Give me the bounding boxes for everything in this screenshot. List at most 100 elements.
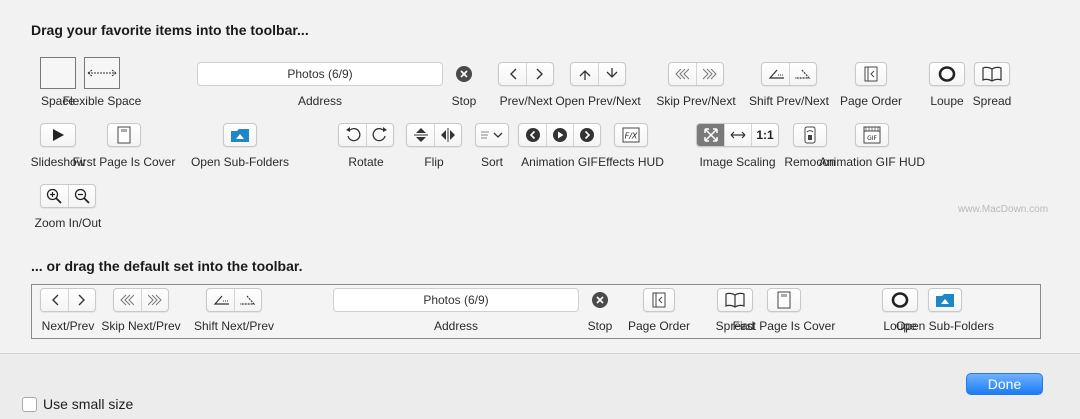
stop-icon <box>592 292 608 308</box>
toolbar-item-animation-gif-hud[interactable]: GIF Animation GIF HUD <box>819 123 925 169</box>
effects-icon: F/X <box>613 123 648 147</box>
item-label: Loupe <box>930 94 964 108</box>
toolbar-item-first-page-is-cover[interactable]: First Page Is Cover <box>72 123 176 169</box>
item-label: Next/Prev <box>41 319 95 333</box>
toolbar-item-effects-hud[interactable]: F/X Effects HUD <box>598 123 664 169</box>
default-item-open-sub-folders: Open Sub-Folders <box>896 288 994 333</box>
rotate-right-icon <box>366 124 393 146</box>
checkbox-box[interactable] <box>22 396 37 412</box>
toolbar-item-flexible-space[interactable]: Flexible Space <box>62 57 142 108</box>
flip-vertical-icon <box>407 124 434 146</box>
gif-next-icon <box>573 124 600 146</box>
default-item-shift-next-prev: Shift Next/Prev <box>194 288 274 333</box>
svg-text:GIF: GIF <box>867 135 877 142</box>
skip-forward-icon <box>140 289 168 311</box>
skip-back-icon <box>114 289 141 311</box>
toolbar-item-sort[interactable]: Sort <box>475 123 509 169</box>
book-icon <box>973 62 1010 86</box>
toolbar-item-rotate[interactable]: Rotate <box>338 123 394 169</box>
item-label: Skip Prev/Next <box>656 94 736 108</box>
arrow-down-icon <box>598 63 625 85</box>
item-label: Shift Prev/Next <box>748 94 830 108</box>
toolbar-item-skip-prev-next[interactable]: Skip Prev/Next <box>656 62 736 108</box>
folder-icon <box>928 288 962 312</box>
sort-icon <box>475 123 509 147</box>
default-item-skip-next-prev: Skip Next/Prev <box>101 288 181 333</box>
arrow-up-icon <box>571 63 598 85</box>
zoom-in-icon <box>41 185 68 207</box>
toolbar-item-flip[interactable]: Flip <box>406 123 462 169</box>
chevron-left-icon <box>41 289 68 311</box>
flip-horizontal-icon <box>434 124 461 146</box>
default-item-page-order: Page Order <box>628 288 690 333</box>
flexible-space-icon <box>84 57 120 89</box>
play-icon <box>39 123 76 147</box>
actual-size-label: 1:1 <box>751 124 778 146</box>
loupe-icon <box>929 62 965 86</box>
page-order-icon <box>642 288 675 312</box>
item-label: Skip Next/Prev <box>101 319 181 333</box>
chevron-right-icon <box>526 63 553 85</box>
toolbar-item-image-scaling[interactable]: 1:1 Image Scaling <box>696 123 779 169</box>
gif-play-icon <box>546 124 573 146</box>
toolbar-item-animation-gif[interactable]: Animation GIF <box>518 123 601 169</box>
item-label: Stop <box>451 94 477 108</box>
item-label: Effects HUD <box>598 155 664 169</box>
item-label: Shift Next/Prev <box>193 319 275 333</box>
toolbar-item-loupe[interactable]: Loupe <box>929 62 965 108</box>
default-set-heading: ... or drag the default set into the too… <box>31 258 303 274</box>
toolbar-item-page-order[interactable]: Page Order <box>840 62 902 108</box>
item-label: Flip <box>424 155 444 169</box>
item-label: Page Order <box>627 319 691 333</box>
item-label: Sort <box>480 155 503 169</box>
skip-forward-icon <box>695 63 723 85</box>
done-button[interactable]: Done <box>966 373 1043 395</box>
cover-page-icon <box>106 123 141 147</box>
default-item-stop: Stop <box>587 288 613 333</box>
checkbox-label: Use small size <box>43 396 134 412</box>
item-label: Animation GIF <box>521 155 598 169</box>
item-label: Flexible Space <box>62 94 142 108</box>
toolbar-item-stop[interactable]: Stop <box>451 62 477 108</box>
rotate-left-icon <box>339 124 366 146</box>
default-item-address: Photos (6/9) Address <box>333 288 579 333</box>
item-label: Page Order <box>839 94 903 108</box>
item-label: Open Sub-Folders <box>895 319 995 333</box>
chevron-left-icon <box>499 63 526 85</box>
folder-icon <box>223 123 257 147</box>
shift-next-icon <box>234 289 261 311</box>
toolbar-item-shift-prev-next[interactable]: Shift Prev/Next <box>749 62 829 108</box>
toolbar-item-address[interactable]: Photos (6/9) Address <box>197 62 443 108</box>
fit-screen-icon <box>697 124 724 146</box>
cover-page-icon <box>766 288 801 312</box>
toolbar-item-open-sub-folders[interactable]: Open Sub-Folders <box>191 123 289 169</box>
toolbar-item-open-prev-next[interactable]: Open Prev/Next <box>555 62 641 108</box>
chevron-right-icon <box>68 289 95 311</box>
toolbar-item-prev-next[interactable]: Prev/Next <box>498 62 554 108</box>
default-item-first-page-is-cover: First Page Is Cover <box>733 288 835 333</box>
item-label: Address <box>297 94 343 108</box>
item-label: Address <box>433 319 479 333</box>
fit-width-icon <box>724 124 751 146</box>
svg-text:F/X: F/X <box>625 132 638 141</box>
shift-prev-icon <box>762 63 789 85</box>
item-label: Stop <box>587 319 613 333</box>
gif-prev-icon <box>519 124 546 146</box>
item-label: Open Sub-Folders <box>190 155 290 169</box>
item-label: Prev/Next <box>499 94 553 108</box>
item-label: Animation GIF HUD <box>818 155 926 169</box>
stop-icon <box>456 66 472 82</box>
item-label: First Page Is Cover <box>72 155 176 169</box>
toolbar-item-spread[interactable]: Spread <box>973 62 1011 108</box>
item-label: Open Prev/Next <box>555 94 641 108</box>
zoom-out-icon <box>67 185 95 207</box>
address-field: Photos (6/9) <box>333 288 579 312</box>
favorites-heading: Drag your favorite items into the toolba… <box>31 22 309 38</box>
toolbar-item-zoom-in-out[interactable]: Zoom In/Out <box>34 184 102 230</box>
customize-toolbar-sheet: Drag your favorite items into the toolba… <box>0 0 1080 354</box>
gif-icon: GIF <box>855 123 889 147</box>
shift-next-icon <box>789 63 816 85</box>
item-label: Zoom In/Out <box>34 216 102 230</box>
address-field[interactable]: Photos (6/9) <box>197 62 443 86</box>
use-small-size-checkbox[interactable]: Use small size <box>22 396 133 412</box>
